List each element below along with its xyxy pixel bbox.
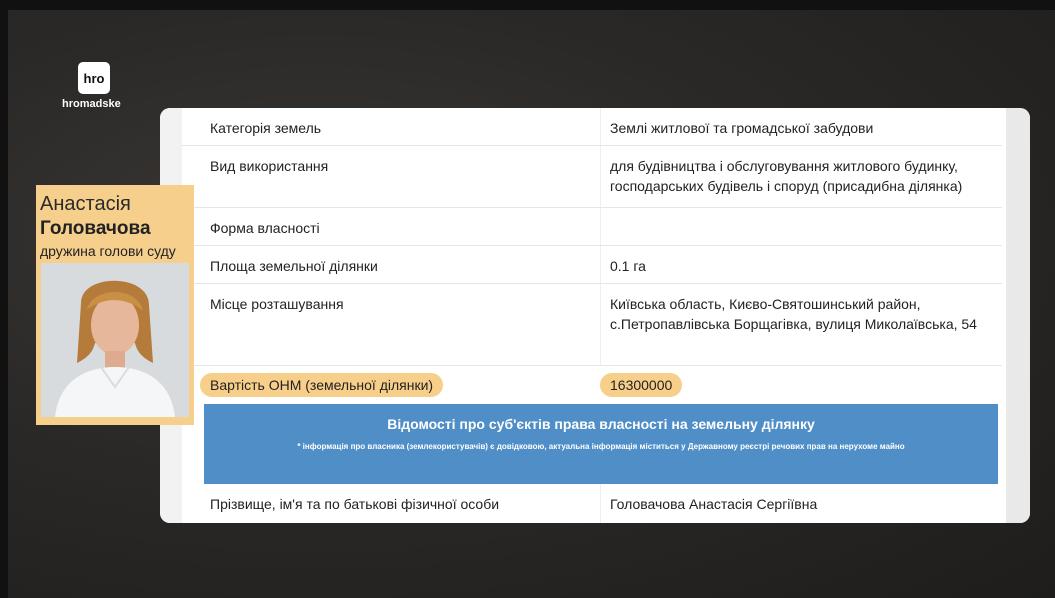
row-value: Землі житлової та громадської забудови [610, 120, 874, 136]
land-registry-card: Категорія земель Землі житлової та грома… [160, 108, 1030, 523]
person-photo [41, 263, 189, 417]
table-row: Форма власності [182, 208, 1002, 246]
highlighted-key: Вартість ОНМ (земельної ділянки) [200, 373, 444, 397]
caption-first-name: Анастасія [40, 193, 131, 215]
table-row: Місце розташування Київська область, Киє… [182, 284, 1002, 366]
section-note: * інформація про власника (землекористув… [297, 442, 905, 451]
table-row-highlighted: Вартість ОНМ (земельної ділянки) 1630000… [182, 366, 1002, 404]
table-row: Прізвище, ім'я та по батькові фізичної о… [182, 484, 1002, 523]
row-value: для будівництва і обслуговування житлово… [610, 158, 963, 194]
owners-section-banner: Відомості про суб'єктів права власності … [204, 404, 998, 484]
caption-last-name: Головачова [40, 218, 151, 239]
section-title: Відомості про суб'єктів права власності … [387, 416, 815, 432]
logo-name: hromadske [62, 98, 121, 110]
logo-badge: hro [78, 62, 110, 94]
brand-logo: hro hromadske [62, 62, 142, 110]
row-value: 0.1 га [610, 258, 646, 274]
highlighted-value: 16300000 [600, 373, 683, 397]
row-key: Місце розташування [210, 296, 344, 312]
person-portrait-icon [41, 263, 189, 417]
table-row: Площа земельної ділянки 0.1 га [182, 246, 1002, 284]
table-row: Категорія земель Землі житлової та грома… [182, 108, 1002, 146]
row-key: Площа земельної ділянки [210, 258, 378, 274]
row-key: Форма власності [210, 220, 320, 236]
table-row: Вид використання для будівництва і обслу… [182, 146, 1002, 208]
row-key: Прізвище, ім'я та по батькові фізичної о… [210, 496, 500, 512]
row-value: Київська область, Києво-Святошинський ра… [610, 296, 977, 332]
caption-role: дружина голови суду [40, 243, 176, 259]
row-key: Категорія земель [210, 120, 322, 136]
person-caption-plate: Анастасія Головачова дружина голови суду [36, 185, 194, 425]
row-key: Вид використання [210, 158, 329, 174]
card-right-scroll-area [1006, 108, 1030, 523]
row-value: Головачова Анастасія Сергіївна [610, 496, 818, 512]
